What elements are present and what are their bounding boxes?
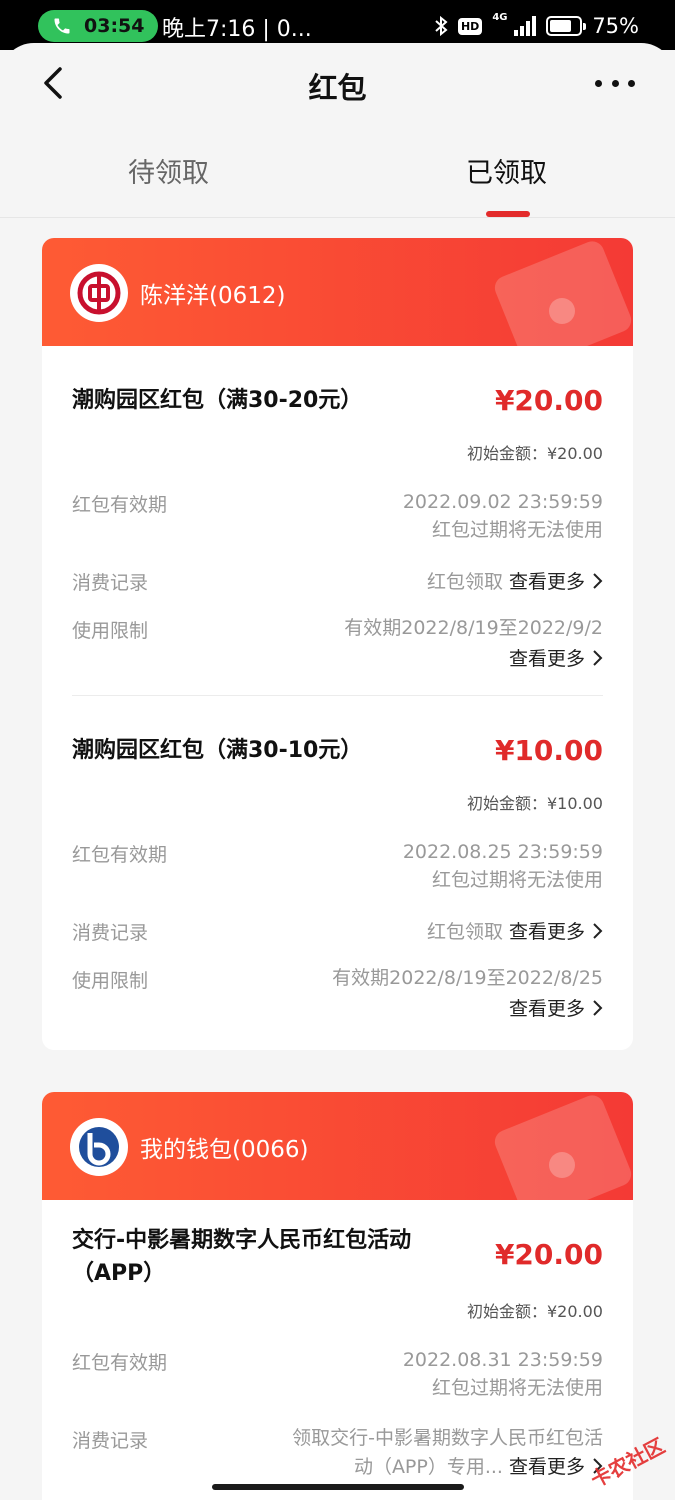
validity-date: 2022.08.25 23:59:59 <box>402 841 603 863</box>
red-packet-card: 陈洋洋(0612) 潮购园区红包（满30-20元） ¥20.00 初始金额：¥2… <box>42 238 633 1050</box>
see-more-text: 查看更多 <box>508 921 585 943</box>
envelope-decoration <box>491 238 633 346</box>
validity-value: 2022.08.25 23:59:59 红包过期将无法使用 <box>403 838 603 894</box>
validity-note: 红包过期将无法使用 <box>431 1377 603 1399</box>
red-packet-amount: ¥20.00 <box>494 384 603 417</box>
consume-record-label: 消费记录 <box>72 572 149 594</box>
usage-limit-value: 有效期2022/8/19至2022/8/25 <box>332 967 603 989</box>
red-packet-entry[interactable]: 潮购园区红包（满30-10元） ¥10.00 初始金额：¥10.00 红包有效期… <box>72 734 603 1024</box>
tab-received[interactable]: 已领取 <box>466 151 547 190</box>
home-indicator[interactable] <box>212 1484 464 1490</box>
consume-record-value-cont: 动（APP）专用... <box>353 1456 503 1478</box>
validity-value: 2022.09.02 23:59:59 红包过期将无法使用 <box>403 488 603 544</box>
hd-voice-badge: HD <box>457 17 483 35</box>
see-more-text: 查看更多 <box>508 648 585 670</box>
usage-limit-link[interactable]: 查看更多 <box>509 644 603 671</box>
page-title: 红包 <box>308 71 367 105</box>
red-packet-title: 交行-中影暑期数字人民币红包活动（APP） <box>72 1228 412 1286</box>
screen: 03:54 晚上7:16 | 0... HD 4G 75% 红包 待领取 已领取… <box>0 0 675 1500</box>
battery-level <box>550 20 572 32</box>
status-notification-text: 晚上7:16 | 0... <box>162 17 312 42</box>
red-packet-entry[interactable]: 交行-中影暑期数字人民币红包活动（APP） ¥20.00 初始金额：¥20.00… <box>72 1224 603 1500</box>
envelope-decoration-dot <box>549 298 575 324</box>
validity-note: 红包过期将无法使用 <box>431 869 603 891</box>
call-timer: 03:54 <box>84 15 145 37</box>
see-more-text: 查看更多 <box>508 1456 585 1478</box>
consume-record-link[interactable]: 红包领取 查看更多 <box>427 567 603 594</box>
chevron-right-icon <box>593 922 603 939</box>
active-tab-indicator <box>486 211 530 217</box>
consume-record-value: 红包领取 <box>426 921 503 943</box>
chevron-right-icon <box>593 999 603 1016</box>
entry-divider <box>72 695 603 696</box>
usage-limit-link[interactable]: 查看更多 <box>509 994 603 1021</box>
page-header: 红包 待领取 已领取 <box>0 43 675 218</box>
red-packet-amount: ¥10.00 <box>494 734 603 767</box>
phone-icon <box>54 18 70 34</box>
battery-icon <box>546 16 587 36</box>
validity-note: 红包过期将无法使用 <box>431 519 603 541</box>
more-options-icon[interactable] <box>595 73 635 93</box>
consume-record-label: 消费记录 <box>72 1430 149 1452</box>
wallet-holder-name: 我的钱包(0066) <box>140 1137 309 1163</box>
validity-date: 2022.08.31 23:59:59 <box>402 1349 603 1371</box>
validity-label: 红包有效期 <box>72 494 168 516</box>
cellular-signal-icon: 4G <box>492 12 537 38</box>
usage-limit-label: 使用限制 <box>72 620 149 642</box>
validity-value: 2022.08.31 23:59:59 红包过期将无法使用 <box>403 1346 603 1402</box>
wallet-holder-name: 陈洋洋(0612) <box>140 283 286 309</box>
see-more-text: 查看更多 <box>508 998 585 1020</box>
battery-percent: 75% <box>592 14 639 38</box>
usage-limit-value: 有效期2022/8/19至2022/9/2 <box>344 617 603 639</box>
validity-label: 红包有效期 <box>72 1352 168 1374</box>
ongoing-call-pill[interactable]: 03:54 <box>38 10 158 42</box>
card-header: 陈洋洋(0612) <box>42 238 633 346</box>
see-more-text: 查看更多 <box>508 571 585 593</box>
consume-record-value: 红包领取 <box>426 571 503 593</box>
card-header: 我的钱包(0066) <box>42 1092 633 1200</box>
bocom-logo-icon <box>70 1118 128 1176</box>
initial-amount: 初始金额：¥10.00 <box>467 794 603 813</box>
red-packet-card: 我的钱包(0066) 交行-中影暑期数字人民币红包活动（APP） ¥20.00 … <box>42 1092 633 1500</box>
validity-label: 红包有效期 <box>72 844 168 866</box>
usage-limit-label: 使用限制 <box>72 970 149 992</box>
chevron-right-icon <box>593 572 603 589</box>
consume-record-value: 领取交行-中影暑期数字人民币红包活 <box>292 1427 603 1449</box>
consume-record-link[interactable]: 红包领取 查看更多 <box>427 917 603 944</box>
tab-pending[interactable]: 待领取 <box>128 151 209 190</box>
status-icons: HD 4G 75% <box>434 12 639 40</box>
envelope-decoration-dot <box>549 1152 575 1178</box>
envelope-decoration <box>491 1092 633 1200</box>
chevron-right-icon <box>593 649 603 666</box>
red-packet-amount: ¥20.00 <box>494 1238 603 1271</box>
red-packet-entry[interactable]: 潮购园区红包（满30-20元） ¥20.00 初始金额：¥20.00 红包有效期… <box>72 384 603 674</box>
consume-record-link[interactable]: 动（APP）专用... 查看更多 <box>354 1452 603 1479</box>
initial-amount: 初始金额：¥20.00 <box>467 444 603 463</box>
consume-record-label: 消费记录 <box>72 922 149 944</box>
bluetooth-icon <box>435 15 448 37</box>
validity-date: 2022.09.02 23:59:59 <box>402 491 603 513</box>
red-packet-title: 潮购园区红包（满30-20元） <box>72 388 363 413</box>
initial-amount: 初始金额：¥20.00 <box>467 1302 603 1321</box>
red-packet-title: 潮购园区红包（满30-10元） <box>72 738 363 763</box>
boc-logo-icon <box>70 264 128 322</box>
